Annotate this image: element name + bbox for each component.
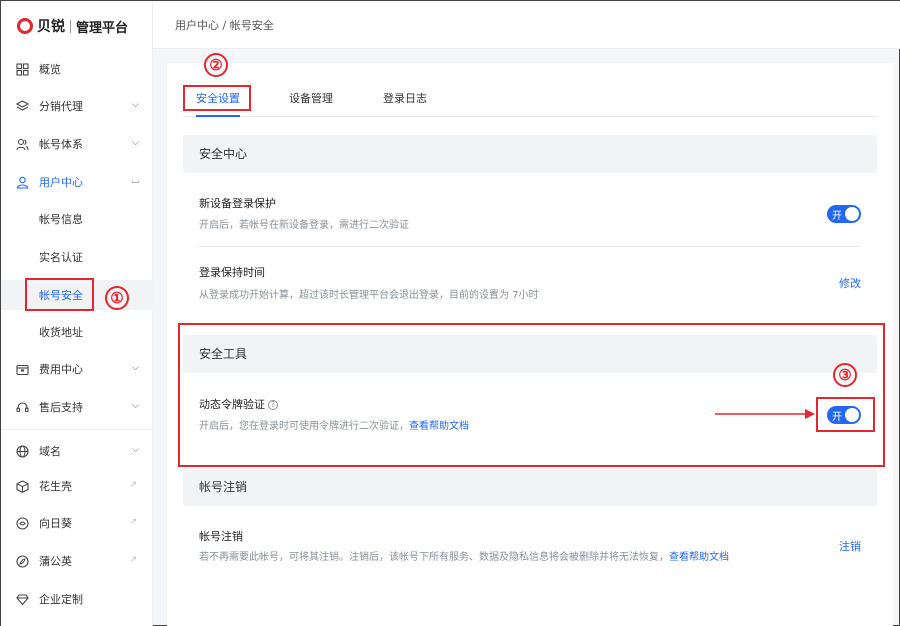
sidebar-subitem-label: 实名认证 [39,251,83,264]
sidebar-item-sunlogin[interactable]: 向日葵 ↗ [1,508,153,538]
chevron-down-icon: ⌵ [132,445,139,455]
tab-bar: 安全设置 设备管理 登录日志 [183,89,877,117]
layers-icon [15,99,29,113]
help-doc-link[interactable]: 查看帮助文档 [669,552,729,563]
headset-icon [15,400,29,414]
new-device-protection-title: 新设备登录保护 [199,197,276,210]
sidebar-item-dandelion[interactable]: 蒲公英 ↗ [1,546,153,576]
sidebar-item-label: 分销代理 [39,100,83,113]
sidebar-item-label: 花生壳 [39,480,72,493]
breadcrumb: 用户中心 / 帐号安全 [175,19,274,32]
sidebar-subitem-account-security[interactable]: 帐号安全 [1,280,153,310]
session-time-desc: 从登录成功开始计算，超过该时长管理平台会退出登录，目前的设置为 7小时 [199,290,539,301]
brand-mark-icon [17,18,33,34]
section-account-cancellation: 帐号注销 [183,468,877,506]
sidebar-item-peanut-shell[interactable]: 花生壳 ↗ [1,471,153,501]
account-cancel-title: 帐号注销 [199,530,243,543]
dashboard-icon [15,62,29,76]
sidebar-item-label: 向日葵 [39,517,72,530]
toggle-on-label: 开 [832,412,842,423]
modify-session-time-link[interactable]: 修改 [839,275,861,291]
sunflower-icon [15,516,29,530]
dynamic-token-title-text: 动态令牌验证 [199,398,265,411]
row-divider [199,246,861,247]
chevron-down-icon: ⌵ [132,100,139,110]
chevron-up-icon: ⌴ [131,176,139,186]
sidebar-item-support[interactable]: 售后支持 ⌵ [1,392,153,422]
dynamic-token-desc: 开启后，您在登录时可使用令牌进行二次验证，查看帮助文档 [199,417,469,432]
help-icon[interactable]: ? [268,400,278,410]
sidebar-subitem-label: 收货地址 [39,326,83,339]
toggle-knob [845,207,859,221]
dynamic-token-toggle[interactable]: 开 [827,406,861,424]
annotation-marker-3: ③ [833,363,857,387]
tab-login-log[interactable]: 登录日志 [383,89,427,117]
sidebar-item-domain[interactable]: 域名 ⌵ [1,436,153,466]
sidebar-subitem-label: 帐号安全 [39,289,83,302]
sidebar-item-label: 费用中心 [39,363,83,376]
dynamic-token-title: 动态令牌验证? [199,396,278,412]
brand-separator [70,19,71,33]
sidebar-item-label: 用户中心 [39,176,83,189]
sidebar-item-label: 概览 [39,63,61,76]
new-device-protection-toggle[interactable]: 开 [827,205,861,223]
brand-name: 贝锐 [37,19,65,35]
user-icon [15,175,29,189]
annotation-marker-2: ② [204,53,228,77]
sidebar-subitem-account-info[interactable]: 帐号信息 [1,204,153,234]
content-card: 安全设置 设备管理 登录日志 安全中心 新设备登录保护 开启后，若帐号在新设备登… [167,63,893,626]
sidebar-item-distribution[interactable]: 分销代理 ⌵ [1,91,153,121]
annotation-arrow-icon [715,409,815,419]
sidebar-subitem-real-name[interactable]: 实名认证 [1,242,153,272]
new-device-protection-desc: 开启后，若帐号在新设备登录，需进行二次验证 [199,220,409,231]
tab-device-management[interactable]: 设备管理 [289,89,333,117]
chevron-down-icon: ⌵ [132,138,139,148]
dandelion-icon [15,554,29,568]
sidebar: 贝锐 管理平台 概览 分销代理 ⌵ 帐号体系 ⌵ 用户中心 ⌴ 帐号信息 实名认… [1,1,153,626]
sidebar-item-billing[interactable]: 费用中心 ⌵ [1,354,153,384]
wallet-icon [15,362,29,376]
sidebar-item-overview[interactable]: 概览 [1,54,153,84]
sidebar-divider [1,429,153,430]
brand-logo[interactable]: 贝锐 管理平台 [17,15,128,37]
toggle-on-label: 开 [832,211,842,222]
cube-icon [15,479,29,493]
external-link-icon: ↗ [129,517,137,527]
sidebar-subitem-shipping-address[interactable]: 收货地址 [1,317,153,347]
sidebar-item-label: 企业定制 [39,593,83,606]
globe-icon [15,444,29,458]
chevron-down-icon: ⌵ [132,401,139,411]
top-bar: 用户中心 / 帐号安全 [153,1,900,49]
account-cancel-desc: 若不再需要此帐号，可将其注销。注销后，该帐号下所有服务、数据及隐私信息将会被删除… [199,548,729,563]
sidebar-item-label: 帐号体系 [39,138,83,151]
external-link-icon: ↗ [129,555,137,565]
tab-security-settings[interactable]: 安全设置 [196,89,240,117]
toggle-knob [845,408,859,422]
account-cancel-desc-text: 若不再需要此帐号，可将其注销。注销后，该帐号下所有服务、数据及隐私信息将会被删除… [199,552,669,563]
sidebar-item-label: 域名 [39,445,61,458]
section-security-tools: 安全工具 [183,335,877,373]
sidebar-item-enterprise[interactable]: 企业定制 [1,584,153,614]
diamond-icon [15,592,29,606]
annotation-marker-1: ① [105,286,129,310]
dynamic-token-desc-text: 开启后，您在登录时可使用令牌进行二次验证， [199,421,409,432]
sidebar-item-account-system[interactable]: 帐号体系 ⌵ [1,129,153,159]
session-time-title: 登录保持时间 [199,266,265,279]
sidebar-item-user-center[interactable]: 用户中心 ⌴ [1,167,153,197]
external-link-icon: ↗ [129,480,137,490]
help-doc-link[interactable]: 查看帮助文档 [409,421,469,432]
chevron-down-icon: ⌵ [132,363,139,373]
section-security-center: 安全中心 [183,135,877,173]
brand-subtitle: 管理平台 [76,20,129,36]
sidebar-item-label: 蒲公英 [39,555,72,568]
users-icon [15,137,29,151]
sidebar-item-label: 售后支持 [39,401,83,414]
sidebar-subitem-label: 帐号信息 [39,213,83,226]
cancel-account-link[interactable]: 注销 [839,538,861,554]
